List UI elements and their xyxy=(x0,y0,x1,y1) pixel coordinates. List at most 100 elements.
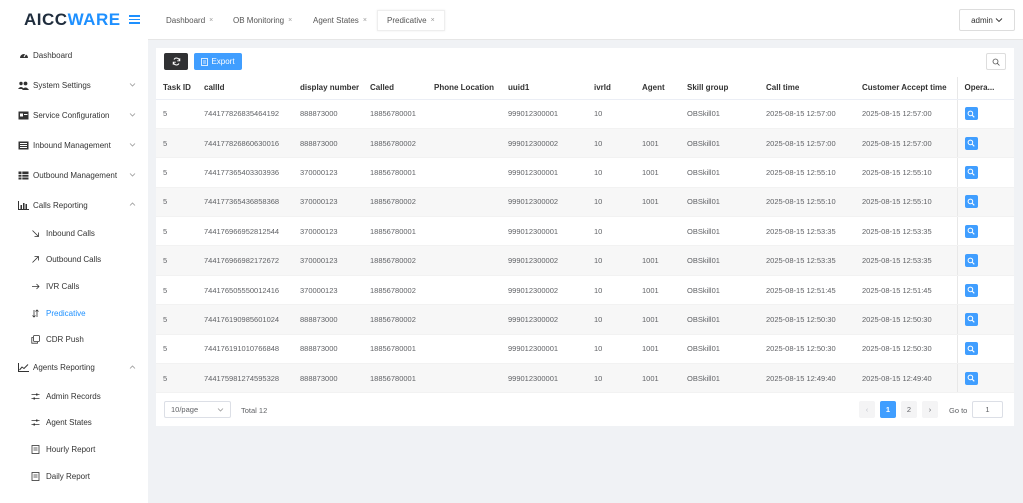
close-icon[interactable]: × xyxy=(288,17,292,24)
tab-agent-states[interactable]: Agent States × xyxy=(304,10,376,31)
sidebar-item-label: Outbound Calls xyxy=(46,255,102,265)
table-cell xyxy=(635,216,680,247)
close-icon[interactable]: × xyxy=(209,17,213,24)
view-details-button[interactable] xyxy=(964,371,978,385)
collapse-menu-icon[interactable] xyxy=(129,15,140,25)
sidebar-item-cdr-push[interactable]: CDR Push xyxy=(0,326,148,353)
view-details-button[interactable] xyxy=(964,283,978,297)
close-icon[interactable]: × xyxy=(431,17,435,24)
table-cell: 888873000 xyxy=(293,334,363,365)
sidebar-item-admin-records[interactable]: Admin Records xyxy=(0,383,148,410)
table-row: 5 744177826835464192 888873000 18856780001 9… xyxy=(156,99,1014,129)
refresh-icon xyxy=(172,57,180,66)
view-details-button[interactable] xyxy=(964,195,978,209)
copy-icon xyxy=(31,335,40,344)
table-cell: 999012300001 xyxy=(501,334,587,365)
sidebar-item-inbound-management[interactable]: Inbound Management xyxy=(0,130,148,160)
arrow-right-icon xyxy=(31,282,40,291)
view-details-button[interactable] xyxy=(964,224,978,238)
view-details-button[interactable] xyxy=(964,342,978,356)
export-label: Export xyxy=(211,57,235,66)
table-cell: 1001 xyxy=(635,275,680,306)
table-cell: 888873000 xyxy=(293,99,363,129)
sidebar-item-service-configuration[interactable]: Service Configuration xyxy=(0,100,148,130)
operation-cell xyxy=(956,216,1014,247)
table-cell: 744177365403303936 xyxy=(197,157,293,188)
view-details-button[interactable] xyxy=(964,107,978,121)
search-icon xyxy=(967,316,975,324)
view-details-button[interactable] xyxy=(964,312,978,326)
table-cell: 2025-08-15 12:55:10 xyxy=(759,157,855,188)
table-row: 5 744175981274595328 888873000 18856780001 9… xyxy=(156,363,1014,394)
sidebar-item-label: Agents Reporting xyxy=(33,363,95,373)
operation-cell xyxy=(956,334,1014,365)
tab-dashboard[interactable]: Dashboard × xyxy=(157,10,222,31)
table-cell xyxy=(427,363,501,394)
search-button[interactable] xyxy=(986,53,1006,70)
view-details-button[interactable] xyxy=(964,136,978,150)
prev-page-button[interactable]: ‹ xyxy=(859,401,875,418)
table-cell: 744177826835464192 xyxy=(197,99,293,129)
table-cell: 5 xyxy=(156,363,197,394)
sidebar-item-system-settings[interactable]: System Settings xyxy=(0,70,148,100)
table-cell: OBSkill01 xyxy=(680,128,759,159)
chevron-down-icon xyxy=(995,18,1003,23)
table-row: 5 744176966952812544 370000123 18856780001 9… xyxy=(156,216,1014,247)
table-cell: 1001 xyxy=(635,245,680,276)
goto-page-input[interactable] xyxy=(972,401,1003,418)
sidebar-item-outbound-management[interactable]: Outbound Management xyxy=(0,160,148,190)
main-panel: Export Task ID callId display number Called… xyxy=(156,48,1014,426)
refresh-button[interactable] xyxy=(164,53,188,70)
table-row: 5 744177365436858368 370000123 18856780002 9… xyxy=(156,187,1014,218)
table-cell: 10 xyxy=(587,245,635,276)
search-icon xyxy=(967,374,975,382)
column-header: Call time xyxy=(759,77,855,100)
sidebar-item-dashboard[interactable]: Dashboard xyxy=(0,40,148,70)
table-cell xyxy=(427,275,501,306)
table-cell: 744175981274595328 xyxy=(197,363,293,394)
column-header: callId xyxy=(197,77,293,100)
table-cell: 10 xyxy=(587,275,635,306)
arrow-up-right-icon xyxy=(31,255,40,264)
sliders-icon xyxy=(31,392,40,401)
next-page-button[interactable]: › xyxy=(922,401,938,418)
table-cell: 10 xyxy=(587,304,635,335)
table-cell: 2025-08-15 12:53:35 xyxy=(759,216,855,247)
tab-ob-monitoring[interactable]: OB Monitoring × xyxy=(224,10,301,31)
search-icon xyxy=(967,286,975,294)
page-1-button[interactable]: 1 xyxy=(880,401,896,418)
page-size-select[interactable]: 10/page xyxy=(164,401,231,418)
search-icon xyxy=(967,139,975,147)
table-cell: OBSkill01 xyxy=(680,245,759,276)
table-cell: 2025-08-15 12:49:40 xyxy=(855,363,957,394)
export-icon xyxy=(201,57,209,66)
sidebar-item-ivr-calls[interactable]: IVR Calls xyxy=(0,273,148,300)
export-button[interactable]: Export xyxy=(194,53,242,70)
view-details-button[interactable] xyxy=(964,165,978,179)
sidebar-item-agents-reporting[interactable]: Agents Reporting xyxy=(0,353,148,383)
page-2-button[interactable]: 2 xyxy=(901,401,917,418)
table-cell xyxy=(427,334,501,365)
sidebar-item-daily-report[interactable]: Daily Report xyxy=(0,463,148,490)
user-menu-button[interactable]: admin xyxy=(959,9,1015,31)
tab-predicative[interactable]: Predicative × xyxy=(377,10,445,31)
sidebar-item-inbound-calls[interactable]: Inbound Calls xyxy=(0,220,148,247)
sidebar-item-hourly-report[interactable]: Hourly Report xyxy=(0,436,148,463)
sidebar-item-agent-states[interactable]: Agent States xyxy=(0,410,148,437)
column-header: Opera... xyxy=(956,77,1014,100)
sidebar-item-calls-reporting[interactable]: Calls Reporting xyxy=(0,190,148,220)
view-details-button[interactable] xyxy=(964,254,978,268)
sidebar-item-label: CDR Push xyxy=(46,335,84,345)
table-cell xyxy=(635,99,680,129)
table-cell: 744177826860630016 xyxy=(197,128,293,159)
table-cell xyxy=(427,245,501,276)
bar-chart-icon xyxy=(18,200,29,210)
sidebar-item-predicative[interactable]: Predicative xyxy=(0,300,148,327)
chevron-down-icon xyxy=(129,83,136,87)
total-count: Total 12 xyxy=(241,406,268,415)
table-cell: 2025-08-15 12:50:30 xyxy=(855,334,957,365)
close-icon[interactable]: × xyxy=(363,17,367,24)
sidebar-item-outbound-calls[interactable]: Outbound Calls xyxy=(0,247,148,274)
table-cell: 2025-08-15 12:50:30 xyxy=(759,304,855,335)
sidebar-item-label: Admin Records xyxy=(46,391,101,401)
